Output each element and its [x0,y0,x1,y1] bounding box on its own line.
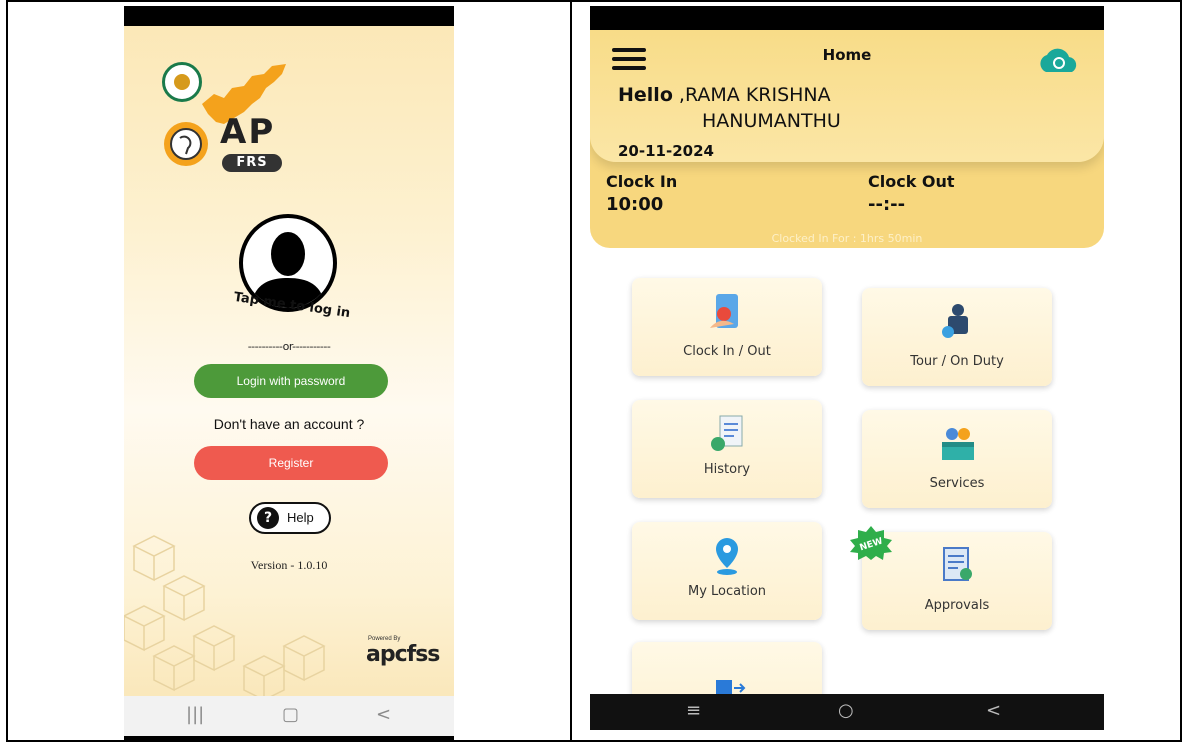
status-bar [124,6,454,26]
tile-label: My Location [687,584,767,599]
no-account-text: Don't have an account ? [213,416,365,432]
app-logo-sub: FRS [222,154,282,172]
tile-clock-in-out[interactable]: Clock In / Out [632,278,822,376]
back-button[interactable]: < [986,700,1001,721]
android-nav-bar: ||| ▢ < [124,696,454,740]
tile-history[interactable]: History [632,400,822,498]
header-card: Home Hello ,RAMA KRISHNA HANUMANTHU 20-1… [590,30,1104,248]
page-title: Home [822,46,872,64]
cube-pattern-decoration [124,535,326,696]
login-with-password-button[interactable]: Login with password [194,364,388,398]
tile-label: Clock In / Out [683,344,771,359]
approvals-icon [943,547,972,581]
services-icon [942,428,974,460]
cloud-sync-icon[interactable] [1036,46,1082,74]
location-pin-icon [716,538,738,575]
status-bar [590,6,1104,30]
greeting-text: Hello ,RAMA KRISHNA [618,84,831,106]
tile-my-location[interactable]: My Location [632,522,822,620]
apcfss-brand: apcfss [366,642,440,667]
clock-in-out-icon [710,294,738,328]
panel-divider [570,0,572,742]
history-icon [711,415,743,451]
recent-apps-button[interactable]: ||| [186,704,204,725]
or-divider: ----------or----------- [247,340,331,353]
clock-out-label: Clock Out [868,172,955,191]
clock-out-value: --:-- [868,194,906,215]
back-button[interactable]: < [376,704,391,725]
home-button[interactable]: ▢ [282,704,299,725]
user-name-line2: HANUMANTHU [702,110,841,132]
tile-label: History [703,462,751,477]
greeting-panel: Home Hello ,RAMA KRISHNA HANUMANTHU 20-1… [590,30,1104,162]
android-nav-bar: ≡ ○ < [590,694,1104,730]
clock-in-value: 10:00 [606,194,664,215]
exit-door-icon [716,680,746,696]
tile-tour-on-duty[interactable]: Tour / On Duty [862,288,1052,386]
register-button[interactable]: Register [194,446,388,480]
clocked-duration-text: Clocked In For : 1hrs 50min [771,232,923,245]
gear-face-logo [164,122,208,166]
clock-in-label: Clock In [606,172,678,191]
tour-duty-icon [942,304,968,338]
tile-services[interactable]: Services [862,410,1052,508]
tile-label: Approvals [924,598,990,613]
recent-apps-button[interactable]: ≡ [686,700,701,721]
user-name-line1: ,RAMA KRISHNA [678,84,831,106]
login-screen: AP FRS Tap me to log in ----------or----… [124,6,454,740]
new-badge: NEW [850,526,892,560]
app-logo-text: AP [220,112,276,152]
tile-label: Tour / On Duty [910,354,1004,369]
home-button[interactable]: ○ [838,700,854,721]
home-screen: Home Hello ,RAMA KRISHNA HANUMANTHU 20-1… [590,6,1104,730]
help-label: Help [287,510,314,525]
tile-label: Services [929,476,985,491]
current-date: 20-11-2024 [618,142,714,160]
